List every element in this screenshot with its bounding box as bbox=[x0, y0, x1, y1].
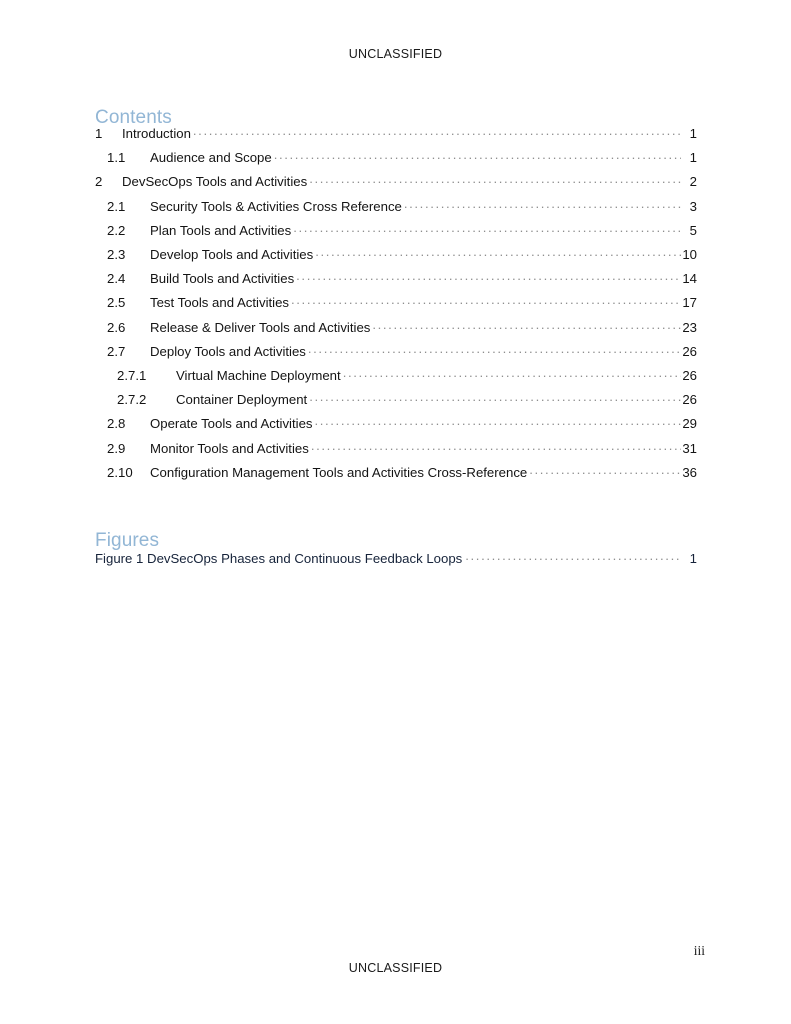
figure-entry-page-number: 1 bbox=[689, 551, 697, 566]
toc-entry-number: 2.3 bbox=[107, 247, 126, 262]
toc-entry-title: Introduction bbox=[122, 126, 191, 141]
toc-entry-title: DevSecOps Tools and Activities bbox=[122, 174, 308, 190]
toc-entry-number: 2 bbox=[95, 174, 103, 190]
toc-entry-title: Configuration Management Tools and Activ… bbox=[150, 464, 528, 480]
toc-entry-page-number: 31 bbox=[682, 440, 697, 456]
toc-entry-title: Operate Tools and Activities bbox=[150, 416, 313, 432]
toc-entry-title: Test Tools and Activities bbox=[150, 295, 290, 311]
toc-dot-leader bbox=[529, 464, 681, 477]
toc-entry[interactable]: 2.10 Configuration Management Tools and A… bbox=[107, 464, 697, 482]
toc-entry[interactable]: 2.8 Operate Tools and Activities 29 bbox=[107, 415, 697, 433]
toc-entry[interactable]: 2.7 Deploy Tools and Activities 26 bbox=[107, 343, 697, 361]
toc-entry-title: Audience and Scope bbox=[150, 150, 272, 166]
toc-entry-title: Develop Tools and Activities bbox=[150, 247, 314, 262]
toc-entry-title: Build Tools and Activities bbox=[150, 271, 295, 287]
toc-entry[interactable]: 2.3 Develop Tools and Activities 10 bbox=[107, 246, 697, 264]
toc-entry-number: 2.5 bbox=[107, 295, 126, 311]
classification-header: UNCLASSIFIED bbox=[348, 47, 443, 61]
toc-entry-page-number: 1 bbox=[689, 150, 697, 166]
toc-dot-leader bbox=[309, 391, 681, 404]
figure-entry-title: Figure 1 DevSecOps Phases and Continuous… bbox=[95, 551, 463, 566]
toc-entry-page-number: 26 bbox=[682, 343, 697, 359]
toc-entry-title: Deploy Tools and Activities bbox=[150, 343, 306, 359]
toc-entry-page-number: 14 bbox=[682, 271, 697, 287]
toc-dot-leader bbox=[311, 440, 681, 453]
toc-entry-page-number: 23 bbox=[682, 319, 697, 335]
toc-entry[interactable]: 2 DevSecOps Tools and Activities 2 bbox=[95, 173, 697, 191]
toc-entry-page-number: 1 bbox=[689, 126, 697, 141]
toc-entry-number: 2.1 bbox=[107, 198, 126, 214]
toc-entry-title: Monitor Tools and Activities bbox=[150, 440, 309, 456]
toc-dot-leader bbox=[309, 173, 681, 186]
toc-entry[interactable]: 2.1 Security Tools & Activities Cross Ref… bbox=[107, 198, 697, 216]
toc-entry-number: 1.1 bbox=[107, 150, 126, 166]
toc-entry-number: 2.7.1 bbox=[117, 368, 147, 383]
toc-entry[interactable]: 2.7.1 Virtual Machine Deployment 26 bbox=[117, 367, 697, 385]
toc-entry-number: 2.9 bbox=[107, 440, 126, 456]
toc-dot-leader bbox=[193, 125, 681, 138]
toc-entry-number: 2.7.2 bbox=[117, 392, 147, 408]
figure-dot-leader bbox=[465, 550, 682, 563]
toc-entry-page-number: 36 bbox=[682, 464, 697, 480]
toc-entry-page-number: 26 bbox=[682, 368, 697, 383]
page-number: iii bbox=[693, 943, 705, 958]
toc-dot-leader bbox=[372, 319, 681, 332]
toc-dot-leader bbox=[404, 198, 681, 211]
toc-entry[interactable]: 2.2 Plan Tools and Activities 5 bbox=[107, 222, 697, 240]
toc-dot-leader bbox=[315, 415, 682, 428]
toc-entry-title: Plan Tools and Activities bbox=[150, 222, 292, 238]
figures-heading: Figures bbox=[95, 529, 160, 551]
toc-entry-number: 2.8 bbox=[107, 416, 126, 432]
toc-entry-page-number: 2 bbox=[689, 174, 697, 190]
toc-entry-number: 2.4 bbox=[107, 271, 126, 287]
figure-entry[interactable]: Figure 1 DevSecOps Phases and Continuous… bbox=[95, 550, 697, 568]
toc-entry-page-number: 5 bbox=[689, 222, 697, 238]
toc-entry[interactable]: 1 Introduction 1 bbox=[95, 125, 697, 143]
toc-dot-leader bbox=[291, 294, 681, 307]
toc-dot-leader bbox=[293, 222, 681, 235]
toc-dot-leader bbox=[343, 367, 681, 380]
toc-entry[interactable]: 2.6 Release & Deliver Tools and Activitie… bbox=[107, 319, 697, 337]
classification-footer: UNCLASSIFIED bbox=[348, 961, 443, 975]
toc-dot-leader bbox=[296, 270, 681, 283]
toc-entry-number: 2.10 bbox=[107, 464, 133, 480]
toc-entry[interactable]: 2.5 Test Tools and Activities 17 bbox=[107, 294, 697, 312]
toc-entry[interactable]: 2.9 Monitor Tools and Activities 31 bbox=[107, 440, 697, 458]
toc-entry-number: 1 bbox=[95, 126, 103, 141]
toc-entry-number: 2.6 bbox=[107, 319, 126, 335]
toc-entry-title: Release & Deliver Tools and Activities bbox=[150, 319, 371, 335]
toc-entry-title: Container Deployment bbox=[176, 392, 308, 408]
toc-dot-leader bbox=[274, 149, 681, 162]
toc-entry-title: Virtual Machine Deployment bbox=[176, 368, 341, 383]
toc-entry[interactable]: 2.4 Build Tools and Activities 14 bbox=[107, 270, 697, 288]
toc-entry-page-number: 26 bbox=[682, 392, 697, 408]
toc-entry-number: 2.7 bbox=[107, 343, 126, 359]
toc-entry-number: 2.2 bbox=[107, 222, 126, 238]
toc-entry-page-number: 10 bbox=[682, 247, 697, 262]
toc-entry-page-number: 17 bbox=[682, 295, 697, 311]
toc-dot-leader bbox=[308, 343, 681, 356]
document-page: UNCLASSIFIED Contents 1Introduction11.1A… bbox=[0, 0, 791, 1024]
toc-entry-title: Security Tools & Activities Cross Refere… bbox=[150, 198, 402, 214]
toc-dot-leader bbox=[315, 246, 681, 259]
toc-entry-page-number: 29 bbox=[682, 416, 697, 432]
toc-entry[interactable]: 1.1 Audience and Scope 1 bbox=[107, 149, 697, 167]
toc-entry[interactable]: 2.7.2 Container Deployment 26 bbox=[117, 391, 697, 409]
toc-entry-page-number: 3 bbox=[689, 198, 697, 214]
